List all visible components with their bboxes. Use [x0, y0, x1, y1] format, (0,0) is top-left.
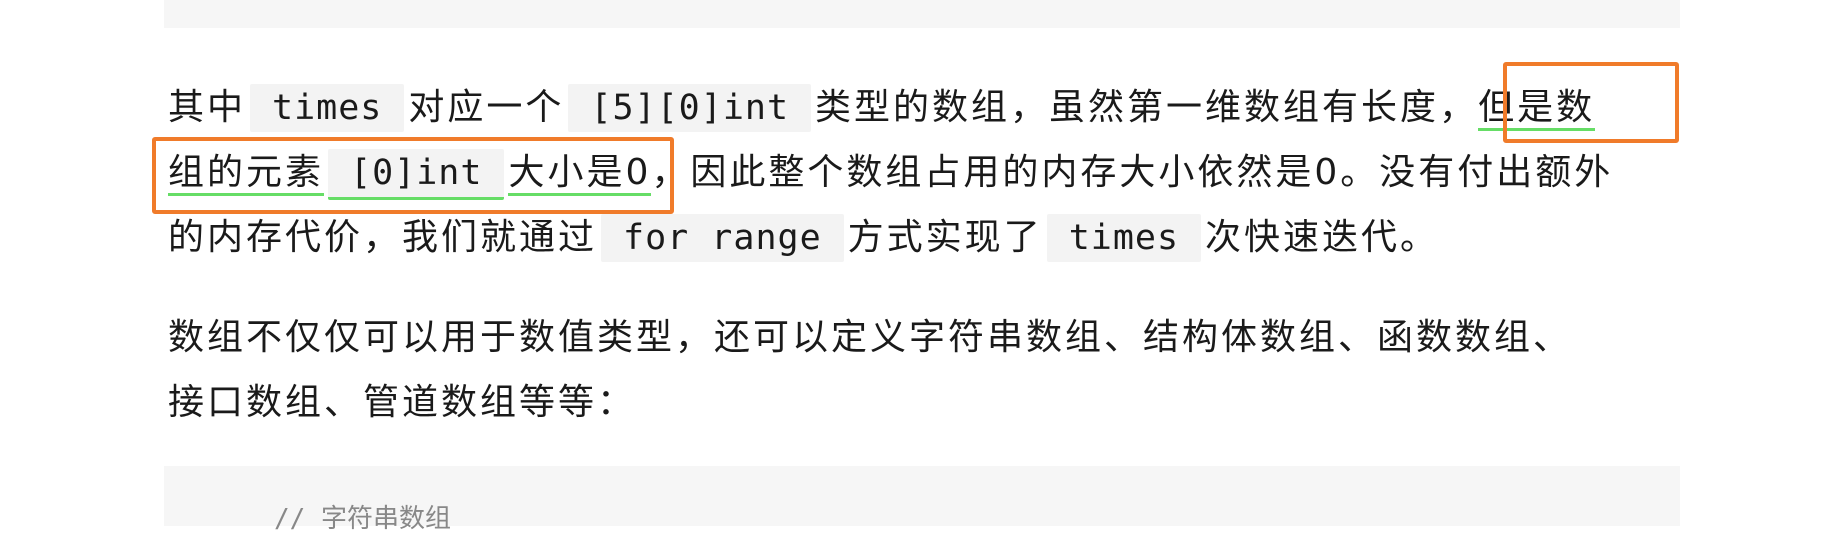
text-run: 次快速迭代。 [1205, 217, 1440, 258]
paragraph-line: 接口数组、管道数组等等： [168, 382, 637, 423]
text-run: 其中 [168, 87, 247, 128]
annotation-box [1503, 62, 1679, 143]
inline-code-times: times [250, 84, 405, 132]
text-run: 对应一个 [408, 87, 565, 128]
paragraph-line: 其中 times 对应一个 [5][0]int 类型的数组，虽然第一维数组有长度，但是数 [168, 75, 1688, 140]
text-run: 类型的数组，虽然第一维数组有长度， [815, 87, 1479, 128]
paragraph-array-types: 数组不仅仅可以用于数值类型，还可以定义字符串数组、结构体数组、函数数组、 接口数… [168, 305, 1688, 435]
text-run: ，因此整个数组占用的内存大小依然是0。没有付出额外 [651, 152, 1614, 193]
paragraph-line: 的内存代价，我们就通过 for range 方式实现了 times 次快速迭代。 [168, 205, 1688, 270]
paragraph-line: 数组不仅仅可以用于数值类型，还可以定义字符串数组、结构体数组、函数数组、 [168, 317, 1573, 358]
code-block-bottom: // 字符串数组 [164, 466, 1680, 534]
inline-code-times: times [1046, 214, 1202, 262]
text-run: 的内存代价，我们就通过 [168, 217, 598, 258]
text-run: 方式实现了 [847, 217, 1043, 258]
inline-code-for-range: for range [601, 214, 844, 262]
code-comment: // 字符串数组 [274, 504, 451, 534]
annotation-box [152, 137, 674, 214]
inline-code-array-type: [5][0]int [568, 84, 812, 132]
code-block-top [164, 0, 1680, 28]
